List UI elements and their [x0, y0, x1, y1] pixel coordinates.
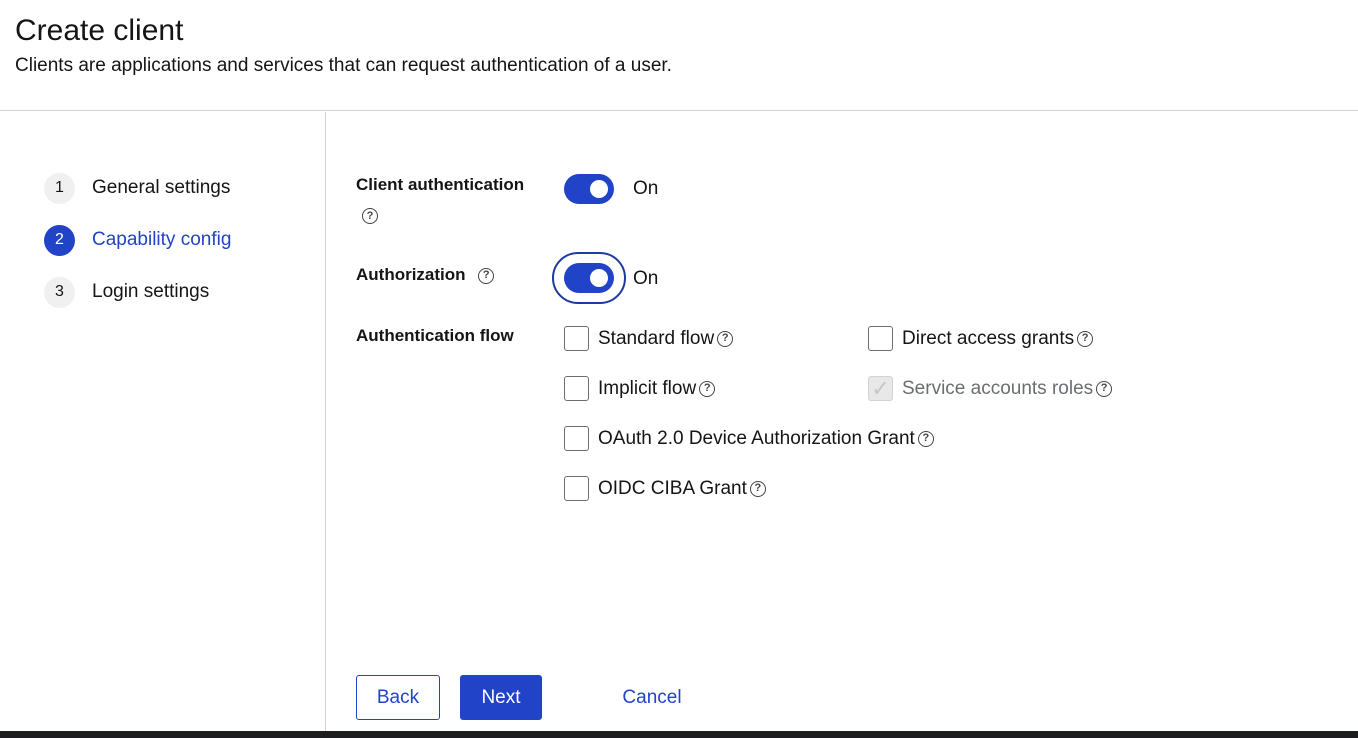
checkbox-box[interactable] — [564, 426, 589, 451]
checkbox-box[interactable] — [564, 376, 589, 401]
direct-access-grants-help-icon[interactable]: ? — [1077, 330, 1094, 347]
next-button[interactable]: Next — [460, 675, 542, 720]
checkbox-label: OIDC CIBA Grant — [598, 477, 747, 499]
service-accounts-roles-help-icon[interactable]: ? — [1096, 380, 1113, 397]
page-header: Create client Clients are applications a… — [0, 0, 1358, 111]
checkbox-label: OAuth 2.0 Device Authorization Grant — [598, 427, 915, 449]
switch-knob — [590, 269, 608, 287]
step-label: Login settings — [92, 281, 210, 302]
checkbox-label: Implicit flow — [598, 377, 697, 399]
cancel-button[interactable]: Cancel — [606, 675, 698, 720]
implicit-flow-checkbox[interactable]: Implicit flow ? — [564, 376, 716, 401]
client-authentication-label: Client authentication — [356, 175, 525, 194]
switch-knob — [590, 180, 608, 198]
checkbox-label: Direct access grants — [902, 327, 1075, 349]
step-number: 1 — [44, 172, 75, 204]
step-number: 3 — [44, 276, 75, 308]
checkbox-box[interactable] — [564, 326, 589, 351]
authorization-state: On — [633, 268, 659, 289]
wizard-steps-nav: 1 General settings 2 Capability config 3… — [0, 112, 326, 732]
oauth-device-grant-checkbox[interactable]: OAuth 2.0 Device Authorization Grant ? — [564, 426, 934, 451]
checkbox-label: Service accounts roles — [902, 377, 1094, 399]
authorization-help-icon[interactable]: ? — [478, 267, 495, 284]
client-authentication-help-icon[interactable]: ? — [362, 208, 378, 224]
authorization-switch[interactable] — [564, 263, 614, 293]
direct-access-grants-checkbox[interactable]: Direct access grants ? — [868, 326, 1094, 351]
checkbox-box[interactable] — [868, 326, 893, 351]
oidc-ciba-grant-checkbox[interactable]: OIDC CIBA Grant ? — [564, 476, 766, 501]
step-label: Capability config — [92, 229, 232, 250]
checkbox-label: Standard flow — [598, 327, 715, 349]
oidc-ciba-grant-help-icon[interactable]: ? — [749, 480, 766, 497]
oauth-device-grant-help-icon[interactable]: ? — [917, 430, 934, 447]
service-accounts-roles-checkbox: ✓ Service accounts roles ? — [868, 376, 1113, 401]
authorization-label: Authorization ? — [356, 265, 495, 285]
authentication-flow-label: Authentication flow — [356, 326, 514, 345]
taskbar-strip — [0, 731, 1358, 738]
checkbox-box[interactable] — [564, 476, 589, 501]
client-authentication-switch[interactable] — [564, 174, 614, 204]
wizard-step-general-settings[interactable]: 1 General settings — [44, 172, 230, 204]
step-label: General settings — [92, 177, 231, 198]
checkbox-box: ✓ — [868, 376, 893, 401]
page-title: Create client — [15, 14, 184, 47]
page-subtitle: Clients are applications and services th… — [15, 55, 672, 76]
standard-flow-checkbox[interactable]: Standard flow ? — [564, 326, 734, 351]
check-icon: ✓ — [871, 375, 890, 401]
wizard-step-login-settings[interactable]: 3 Login settings — [44, 276, 209, 308]
step-number: 2 — [44, 224, 75, 256]
back-button[interactable]: Back — [356, 675, 440, 720]
client-authentication-state: On — [633, 178, 659, 199]
wizard-step-capability-config[interactable]: 2 Capability config — [44, 224, 231, 256]
implicit-flow-help-icon[interactable]: ? — [699, 380, 716, 397]
standard-flow-help-icon[interactable]: ? — [717, 330, 734, 347]
